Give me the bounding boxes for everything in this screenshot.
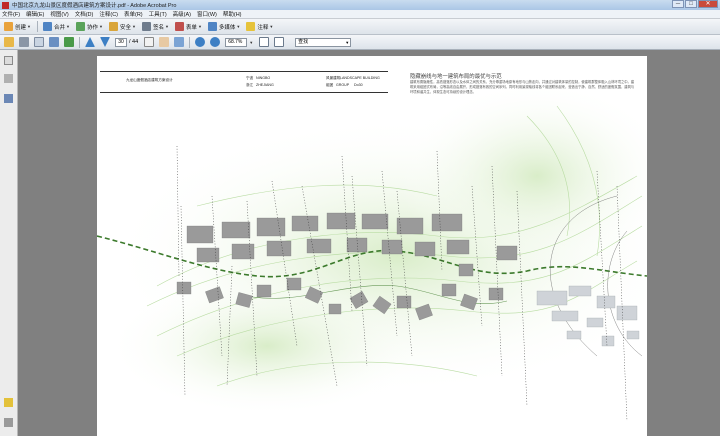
document-area: 九龙山度假酒店建筑方案设计 宁波 NINGBO 浙江 ZHEJIANG 风景建筑…	[18, 50, 720, 436]
title-block: 九龙山度假酒店建筑方案设计 宁波 NINGBO 浙江 ZHEJIANG 风景建筑…	[100, 71, 388, 93]
print-icon[interactable]	[19, 37, 29, 47]
marquee-zoom-icon[interactable]	[174, 37, 185, 47]
menu-edit[interactable]: 编辑(E)	[26, 10, 44, 18]
menu-view[interactable]: 视图(V)	[50, 10, 68, 18]
email-icon[interactable]	[34, 37, 44, 47]
menu-forms[interactable]: 表单(R)	[124, 10, 143, 18]
group-label: 组团	[326, 83, 334, 87]
region-label: 浙江	[246, 83, 254, 87]
site-plan	[97, 81, 647, 422]
pen-icon	[141, 22, 151, 31]
close-button[interactable]: ✕	[698, 0, 718, 8]
zoom-level-input[interactable]: 68.7%	[225, 37, 248, 47]
city-en: NINGBO	[256, 76, 271, 80]
zoom-in-icon[interactable]	[210, 37, 221, 47]
find-dropdown-icon[interactable]: ▼	[345, 39, 349, 46]
pages-icon[interactable]	[4, 56, 13, 65]
type-en: LANDSCAPE BUILDING	[340, 76, 380, 80]
select-tool-icon[interactable]	[144, 37, 155, 47]
minimize-button[interactable]: ─	[672, 0, 684, 8]
find-input[interactable]: 查找 ▼	[295, 37, 352, 47]
menu-bar: 文件(F) 编辑(E) 视图(V) 文档(D) 注释(C) 表单(R) 工具(T…	[0, 10, 720, 19]
group-en: GROUP	[336, 83, 350, 87]
collaborate-button[interactable]: 协作 ▼	[75, 22, 103, 31]
pdf-page: 九龙山度假酒店建筑方案设计 宁波 NINGBO 浙江 ZHEJIANG 风景建筑…	[97, 56, 647, 436]
comments-panel-icon[interactable]	[4, 398, 13, 407]
maximize-button[interactable]: □	[685, 0, 697, 8]
zoom-out-icon[interactable]	[195, 37, 206, 47]
type-label: 风景建筑	[326, 76, 341, 80]
menu-comments[interactable]: 注释(C)	[99, 10, 118, 18]
fit-width-icon[interactable]	[274, 37, 285, 47]
navigation-toolbar: 30 / 44 68.7% ▼ 查找 ▼	[0, 35, 720, 50]
region-en: ZHEJIANG	[256, 83, 274, 87]
page-total: / 44	[129, 39, 139, 45]
menu-document[interactable]: 文档(D)	[75, 10, 94, 18]
sheet-number: Do30	[354, 83, 363, 87]
secure-button[interactable]: 安全 ▼	[108, 22, 136, 31]
form-icon	[174, 22, 184, 31]
previous-page-icon[interactable]	[85, 37, 95, 47]
sign-button[interactable]: 签名 ▼	[141, 22, 169, 31]
description-text: 建筑布置隐蔽性，高低错落形态以及水体之间的关系，充分尊重场地原有地形与山势走向，…	[410, 80, 635, 95]
zoom-dropdown-icon[interactable]: ▼	[249, 40, 253, 45]
lock-icon	[108, 22, 118, 31]
multimedia-icon	[207, 22, 217, 31]
collaborate-icon	[75, 22, 85, 31]
multimedia-button[interactable]: 多媒体 ▼	[207, 22, 240, 31]
comment-button[interactable]: 注释 ▼	[246, 22, 273, 31]
edit-icon[interactable]	[49, 37, 59, 47]
combine-button[interactable]: 合并 ▼	[42, 22, 70, 31]
window-title: 中国北京九龙山景区度假酒店建筑方案设计.pdf - Adobe Acrobat …	[12, 3, 177, 9]
window-controls: ─ □ ✕	[672, 0, 718, 8]
hand-tool-icon[interactable]	[159, 37, 170, 47]
menu-help[interactable]: 帮助(H)	[223, 10, 242, 18]
navigation-panel	[0, 50, 18, 436]
next-page-icon[interactable]	[100, 37, 110, 47]
acrobat-icon	[2, 1, 9, 9]
combine-icon	[42, 22, 52, 31]
paperclip-icon[interactable]	[4, 418, 13, 427]
create-icon	[4, 22, 13, 31]
menu-file[interactable]: 文件(F)	[2, 10, 20, 18]
project-title: 九龙山度假酒店建筑方案设计	[126, 78, 173, 82]
attach-icon[interactable]	[64, 37, 74, 47]
fit-page-icon[interactable]	[259, 37, 270, 47]
tasks-toolbar: 创建 ▼ 合并 ▼ 协作 ▼ 安全 ▼ 签名 ▼ 表单 ▼ 多媒体 ▼ 注释 ▼	[0, 19, 720, 35]
title-bar: 中国北京九龙山景区度假酒店建筑方案设计.pdf - Adobe Acrobat …	[0, 0, 720, 10]
menu-window[interactable]: 窗口(W)	[197, 10, 217, 18]
attachments-icon[interactable]	[4, 74, 13, 83]
page-number-input[interactable]: 30	[115, 37, 127, 47]
forms-button[interactable]: 表单 ▼	[174, 22, 202, 31]
comment-icon	[246, 22, 256, 31]
signatures-icon[interactable]	[4, 94, 13, 103]
create-button[interactable]: 创建 ▼	[4, 22, 31, 31]
menu-tools[interactable]: 工具(T)	[149, 10, 167, 18]
menu-advanced[interactable]: 高级(A)	[173, 10, 191, 18]
section-heading: 隐藏崩线与地一建筑布局的最优与示范	[410, 74, 502, 80]
open-folder-icon[interactable]	[4, 37, 14, 47]
city-label: 宁波	[246, 76, 254, 80]
